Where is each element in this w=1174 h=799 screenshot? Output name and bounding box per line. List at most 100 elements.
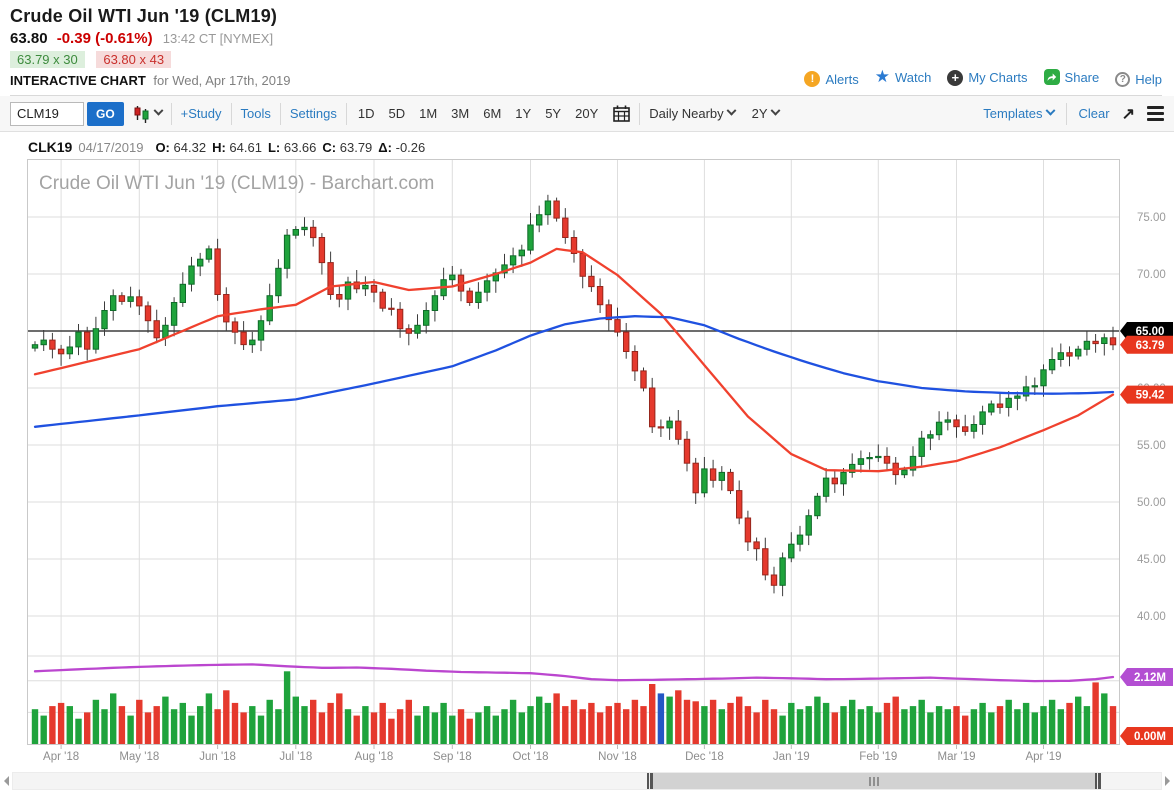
last-price: 63.80 — [10, 30, 48, 47]
svg-text:0.00M: 0.00M — [1134, 731, 1166, 743]
chevron-down-icon — [770, 106, 780, 116]
ohlc-symbol: CLK19 — [28, 139, 72, 155]
link-label: My Charts — [968, 70, 1027, 85]
range-button-1d[interactable]: 1D — [358, 106, 375, 121]
close-value: 63.79 — [340, 140, 373, 155]
chevron-down-icon — [726, 106, 736, 116]
range-button-1y[interactable]: 1Y — [515, 106, 531, 121]
range-button-20y[interactable]: 20Y — [575, 106, 598, 121]
x-axis-label: Feb '19 — [859, 751, 897, 763]
high-value: 64.61 — [229, 140, 262, 155]
link-label: Share — [1065, 70, 1100, 85]
calendar-button[interactable] — [613, 105, 630, 122]
header-link-watch[interactable]: ★Watch — [875, 70, 932, 85]
header-link-share[interactable]: Share — [1044, 69, 1100, 85]
header-link-help[interactable]: ? Help — [1115, 72, 1162, 87]
header-links: !Alerts ★Watch + My Charts Share? Help — [788, 69, 1162, 87]
chevron-down-icon — [153, 106, 163, 116]
help-icon: ? — [1115, 72, 1130, 87]
expand-arrow-icon[interactable]: ↗ — [1122, 104, 1135, 124]
link-label: Watch — [895, 70, 931, 85]
open-label: O: — [155, 140, 169, 155]
header-link-my-charts[interactable]: + My Charts — [947, 70, 1027, 86]
scrollbar-right-handle[interactable] — [1095, 773, 1101, 789]
open-interest-purple-line — [35, 664, 1113, 681]
price-change: -0.39 (-0.61%) — [57, 30, 153, 47]
low-label: L: — [268, 140, 280, 155]
chart-type-dropdown[interactable] — [133, 105, 162, 123]
plus-circle-icon: + — [947, 70, 963, 86]
x-axis-label: May '18 — [119, 751, 159, 763]
frequency-dropdown[interactable]: Daily Nearby — [649, 106, 734, 121]
link-label: Alerts — [825, 72, 858, 87]
quote-header: Crude Oil WTI Jun '19 (CLM19) 63.80 -0.3… — [0, 0, 1174, 96]
quote-time: 13:42 CT [NYMEX] — [163, 31, 273, 46]
close-label: C: — [322, 140, 336, 155]
calendar-icon — [613, 105, 630, 122]
range-button-6m[interactable]: 6M — [483, 106, 501, 121]
scrollbar-grip-icon — [869, 777, 879, 786]
candlestick-icon — [133, 105, 151, 123]
scroll-left-arrow[interactable] — [4, 776, 9, 786]
price-badge: 2.12M — [1120, 668, 1173, 686]
bid-badge: 63.79 x 30 — [10, 51, 85, 68]
toolbar-right: Templates Clear ↗ — [983, 103, 1164, 125]
link-label: Help — [1135, 72, 1162, 87]
y-axis-label: 55.00 — [1137, 440, 1166, 452]
x-axis-label: Sep '18 — [433, 751, 472, 763]
tools-button[interactable]: Tools — [241, 106, 271, 121]
divider — [1066, 103, 1067, 125]
scrollbar-left-handle[interactable] — [647, 773, 653, 789]
price-volume-chart[interactable]: Crude Oil WTI Jun '19 (CLM19) - Barchart… — [27, 159, 1174, 764]
header-link-alerts[interactable]: !Alerts — [804, 71, 858, 87]
high-label: H: — [212, 140, 226, 155]
open-value: 64.32 — [174, 140, 207, 155]
scroll-right-arrow[interactable] — [1165, 776, 1170, 786]
svg-text:63.79: 63.79 — [1136, 340, 1165, 352]
scrollbar-thumb[interactable] — [647, 773, 1102, 789]
x-axis-label: Oct '18 — [512, 751, 548, 763]
divider — [280, 103, 281, 125]
menu-icon[interactable] — [1147, 106, 1164, 121]
x-axis-label: Mar '19 — [938, 751, 976, 763]
period-value: 2Y — [752, 106, 768, 121]
clear-button[interactable]: Clear — [1079, 106, 1110, 121]
period-dropdown[interactable]: 2Y — [752, 106, 779, 121]
x-axis-label: Jun '18 — [199, 751, 236, 763]
page-title: Crude Oil WTI Jun '19 (CLM19) — [10, 6, 1162, 27]
settings-button[interactable]: Settings — [290, 106, 337, 121]
svg-text:59.42: 59.42 — [1136, 390, 1165, 402]
range-button-3m[interactable]: 3M — [451, 106, 469, 121]
templates-dropdown[interactable]: Templates — [983, 106, 1053, 121]
symbol-input[interactable] — [10, 102, 84, 126]
templates-label: Templates — [983, 106, 1042, 121]
price-badge: 59.42 — [1120, 386, 1173, 404]
x-axis-label: Apr '19 — [1025, 751, 1061, 763]
range-button-5y[interactable]: 5Y — [545, 106, 561, 121]
chart-watermark: Crude Oil WTI Jun '19 (CLM19) - Barchart… — [39, 173, 434, 194]
x-axis-label: Nov '18 — [598, 751, 637, 763]
x-axis-label: Dec '18 — [685, 751, 724, 763]
chart-area[interactable]: Crude Oil WTI Jun '19 (CLM19) - Barchart… — [27, 159, 1174, 764]
scrollbar-track[interactable] — [12, 772, 1162, 790]
change-label: Δ: — [378, 140, 392, 155]
range-button-1m[interactable]: 1M — [419, 106, 437, 121]
ma-blue-line — [35, 316, 1113, 427]
x-axis-label: Jan '19 — [773, 751, 810, 763]
barchart-interactive-chart-page: Crude Oil WTI Jun '19 (CLM19) 63.80 -0.3… — [0, 0, 1174, 799]
section-date: for Wed, Apr 17th, 2019 — [153, 73, 290, 88]
chart-horizontal-scrollbar — [4, 771, 1170, 791]
y-axis-label: 75.00 — [1137, 212, 1166, 224]
price-badge: 63.79 — [1120, 336, 1173, 354]
x-axis-label: Aug '18 — [355, 751, 394, 763]
chevron-down-icon — [1045, 106, 1055, 116]
add-study-button[interactable]: +Study — [181, 106, 222, 121]
x-axis-label: Apr '18 — [43, 751, 79, 763]
go-button[interactable]: GO — [87, 102, 124, 126]
svg-text:2.12M: 2.12M — [1134, 672, 1166, 684]
ask-badge: 63.80 x 43 — [96, 51, 171, 68]
x-axis-label: Jul '18 — [279, 751, 312, 763]
section-title: INTERACTIVE CHART — [10, 73, 146, 88]
range-button-5d[interactable]: 5D — [388, 106, 405, 121]
ohlc-date: 04/17/2019 — [78, 140, 143, 155]
